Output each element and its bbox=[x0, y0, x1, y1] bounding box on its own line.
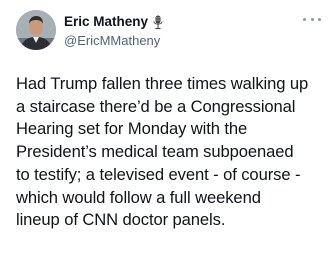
tweet-text-line: President’s medical team subpoenaed bbox=[16, 142, 294, 162]
tweet-text-line: which would follow a full weekend bbox=[16, 187, 261, 207]
tweet-text-line: Hearing set for Monday with the bbox=[16, 119, 248, 139]
more-options-icon[interactable] bbox=[303, 14, 321, 24]
avatar[interactable] bbox=[16, 10, 56, 50]
tweet-text-line: a staircase there’d be a Congressional bbox=[16, 96, 296, 116]
author-display-name[interactable]: Eric Matheny bbox=[64, 13, 148, 31]
tweet-text: Had Trump fallen three times walking up … bbox=[16, 73, 326, 232]
tweet-text-line: Had Trump fallen three times walking up bbox=[16, 74, 309, 93]
more-dot-icon bbox=[303, 17, 306, 21]
more-dot-icon bbox=[310, 17, 314, 21]
tweet-card: Eric Matheny @EricMMatheny Had Trump fal… bbox=[0, 0, 330, 258]
tweet-text-line: to testify; a televised event - of cours… bbox=[16, 164, 301, 184]
more-dot-icon bbox=[318, 17, 321, 21]
tweet-text-line: lineup of CNN doctor panels. bbox=[16, 210, 226, 230]
author-handle[interactable]: @EricMMatheny bbox=[64, 32, 160, 49]
microphone-icon bbox=[153, 15, 163, 30]
author-name-row: Eric Matheny bbox=[64, 13, 163, 31]
